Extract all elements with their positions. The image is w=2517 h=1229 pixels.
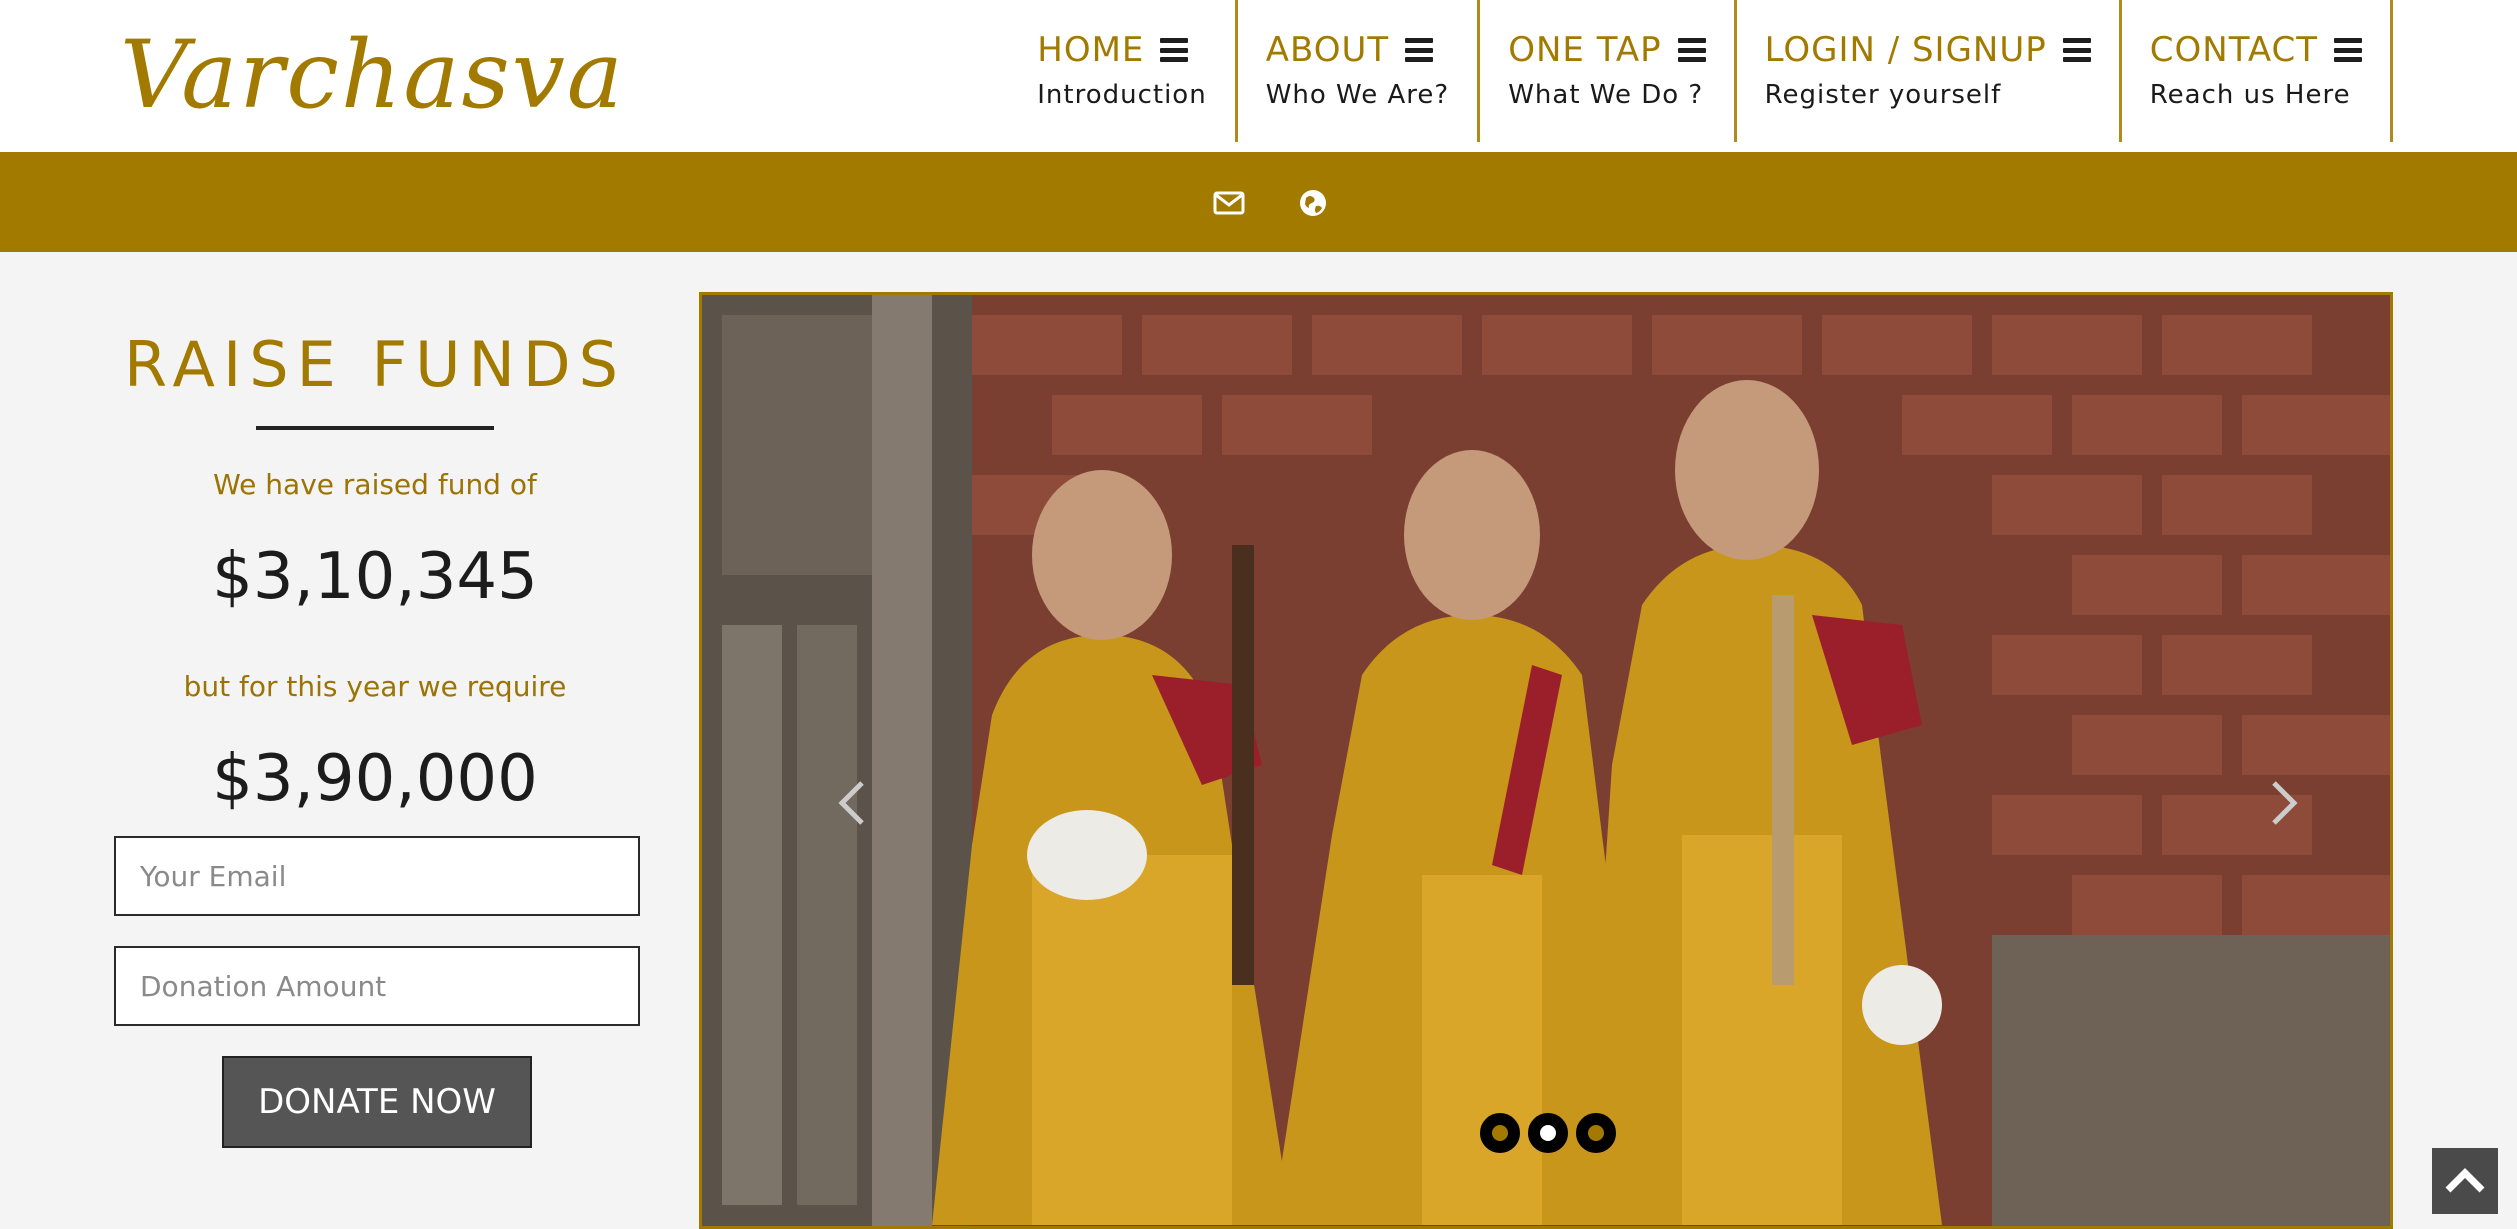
next-slide-arrow[interactable]: [2264, 773, 2304, 833]
logo[interactable]: Varchasva: [120, 10, 625, 140]
nav-item-login-signup[interactable]: LOGIN / SIGNUP Register yourself: [1737, 0, 2122, 142]
nav-item-about[interactable]: ABOUT Who We Are?: [1238, 0, 1481, 142]
nav-item-one-tap[interactable]: ONE TAP What We Do ?: [1480, 0, 1737, 142]
chevron-up-icon: [2445, 1168, 2485, 1193]
slide-image: [702, 295, 2390, 1226]
nav-title: ONE TAP: [1508, 30, 1662, 70]
main-nav: HOME Introduction ABOUT Who We Are? ONE …: [1037, 0, 2393, 142]
image-slider: [699, 292, 2393, 1229]
nav-title: ABOUT: [1265, 30, 1390, 70]
nav-item-contact[interactable]: CONTACT Reach us Here: [2122, 0, 2393, 142]
nav-subtitle: Register yourself: [1764, 80, 2002, 110]
required-label: but for this year we require: [183, 670, 567, 703]
donate-now-button[interactable]: DONATE NOW: [222, 1056, 532, 1148]
raised-label: We have raised fund of: [213, 468, 537, 501]
nav-subtitle: What We Do ?: [1508, 80, 1704, 110]
menu-icon: [2334, 38, 2362, 62]
nav-item-home[interactable]: HOME Introduction: [1037, 0, 1238, 142]
menu-icon: [1405, 38, 1434, 62]
scroll-to-top-button[interactable]: [2432, 1148, 2498, 1214]
nav-title: CONTACT: [2149, 30, 2318, 70]
menu-icon: [2062, 38, 2091, 62]
donation-amount-field[interactable]: [114, 946, 640, 1026]
nav-subtitle: Who We Are?: [1265, 80, 1450, 110]
raise-funds-title: RAISE FUNDS: [123, 328, 627, 401]
menu-icon: [1677, 38, 1706, 62]
envelope-icon[interactable]: [1212, 186, 1246, 220]
raised-amount: $3,10,345: [212, 540, 538, 614]
slide-dot-1[interactable]: [1480, 1113, 1520, 1153]
required-amount: $3,90,000: [212, 742, 538, 816]
nav-subtitle: Introduction: [1037, 80, 1207, 110]
slide-dot-2[interactable]: [1528, 1113, 1568, 1153]
site-header: Varchasva HOME Introduction ABOUT Who We…: [0, 0, 2517, 152]
nav-title: LOGIN / SIGNUP: [1764, 30, 2047, 70]
email-field[interactable]: [114, 836, 640, 916]
top-bar: [0, 152, 2517, 252]
previous-slide-arrow[interactable]: [832, 773, 872, 833]
title-divider: [256, 426, 494, 430]
nav-subtitle: Reach us Here: [2149, 80, 2351, 110]
nav-title: HOME: [1037, 30, 1145, 70]
globe-icon[interactable]: [1296, 186, 1330, 220]
raise-funds-panel: RAISE FUNDS We have raised fund of $3,10…: [80, 252, 670, 1229]
logo-text: Varchasva: [120, 20, 625, 130]
menu-icon: [1160, 38, 1189, 62]
slider-indicators: [1480, 1113, 1616, 1153]
slide-dot-3[interactable]: [1576, 1113, 1616, 1153]
